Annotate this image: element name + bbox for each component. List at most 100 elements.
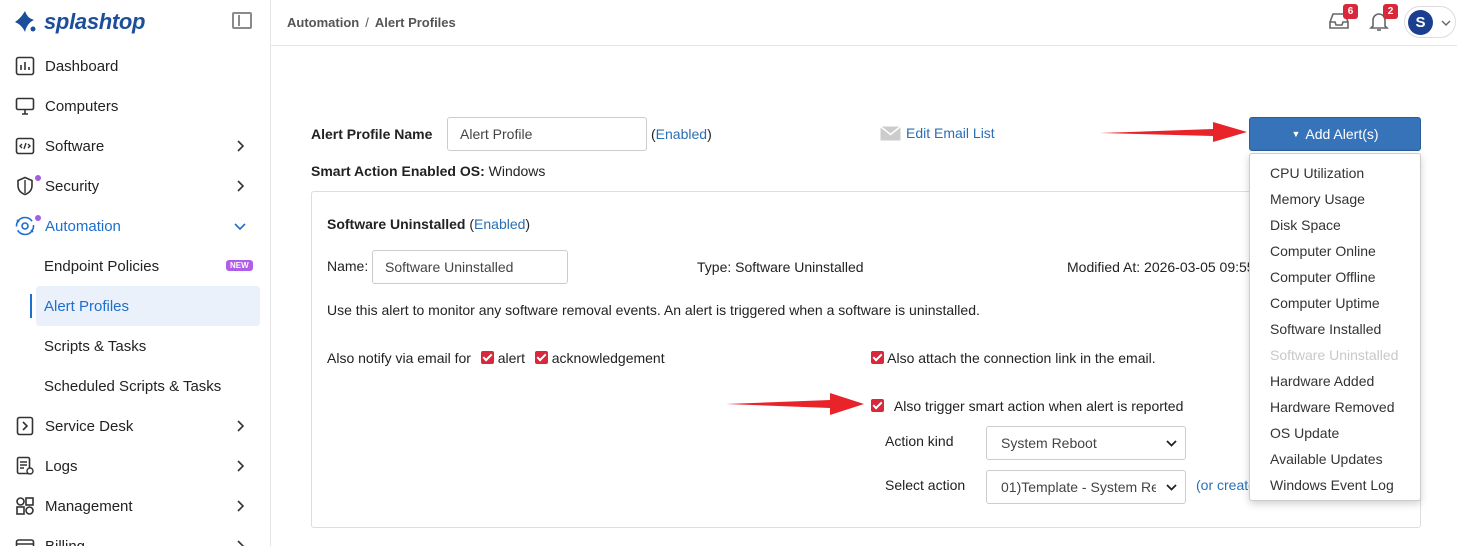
avatar: S [1408, 10, 1433, 35]
sidebar-subitem-label: Scheduled Scripts & Tasks [44, 377, 222, 395]
notification-dot [35, 215, 41, 221]
sidebar-item-service-desk[interactable]: Service Desk [0, 406, 270, 446]
sidebar-subitem-scripts-tasks[interactable]: Scripts & Tasks [0, 326, 270, 366]
notify-alert-checkbox[interactable] [480, 351, 494, 364]
dropdown-item-computer-uptime[interactable]: Computer Uptime [1250, 290, 1420, 316]
dropdown-item-memory-usage[interactable]: Memory Usage [1250, 186, 1420, 212]
dropdown-item-windows-event-log[interactable]: Windows Event Log [1250, 472, 1420, 498]
profile-status: (Enabled) [651, 126, 712, 142]
alert-name-label: Name: [327, 258, 369, 274]
inbox-button[interactable]: 6 [1328, 4, 1358, 32]
smart-action-os: Smart Action Enabled OS: Windows [311, 163, 545, 179]
notify-email-label: Also notify via email for [327, 350, 471, 366]
alert-title: Software Uninstalled (Enabled) [327, 216, 531, 232]
management-icon [14, 495, 36, 517]
new-badge: NEW [226, 260, 253, 271]
breadcrumb: Automation / Alert Profiles [287, 15, 456, 30]
sidebar-item-automation[interactable]: Automation [0, 206, 270, 246]
splashtop-logo[interactable]: splashtop [12, 8, 146, 36]
caret-down-icon: ▼ [1291, 129, 1301, 139]
shield-icon [14, 175, 36, 197]
sidebar-item-label: Software [45, 137, 105, 155]
dashboard-icon [14, 55, 36, 77]
select-action-value: 01)Template - System Reboot [1001, 479, 1156, 495]
alert-status-link[interactable]: Enabled [474, 216, 525, 232]
sidebar-item-billing[interactable]: Billing [0, 526, 270, 546]
sidebar-item-computers[interactable]: Computers [0, 86, 270, 126]
dropdown-item-available-updates[interactable]: Available Updates [1250, 446, 1420, 472]
annotation-arrow-add-alerts [1100, 122, 1247, 142]
dropdown-item-computer-offline[interactable]: Computer Offline [1250, 264, 1420, 290]
notify-email-row: Also notify via email for alert acknowle… [327, 350, 665, 366]
chevron-right-icon [237, 420, 245, 432]
smart-action-checkbox[interactable] [871, 399, 884, 412]
attach-link-checkbox[interactable] [871, 351, 884, 364]
create-action-link[interactable]: (or create [1196, 477, 1256, 493]
dropdown-item-computer-online[interactable]: Computer Online [1250, 238, 1420, 264]
sidebar-subitem-alert-profiles[interactable]: Alert Profiles [30, 286, 260, 326]
chevron-down-icon [234, 223, 246, 231]
collapse-sidebar-icon[interactable] [232, 12, 252, 29]
smart-action-os-label: Smart Action Enabled OS: [311, 163, 485, 179]
dropdown-item-software-installed[interactable]: Software Installed [1250, 316, 1420, 342]
edit-email-list-link[interactable]: Edit Email List [880, 125, 995, 141]
alert-description: Use this alert to monitor any software r… [327, 302, 980, 318]
smart-action-label: Also trigger smart action when alert is … [893, 398, 1184, 414]
code-icon [14, 135, 36, 157]
sidebar-item-dashboard[interactable]: Dashboard [0, 46, 270, 86]
user-menu[interactable]: S [1404, 6, 1456, 38]
sidebar: splashtop Dashboard Computers Software S… [0, 0, 271, 546]
breadcrumb-automation[interactable]: Automation [287, 15, 359, 30]
sidebar-nav: Dashboard Computers Software Security Au… [0, 46, 270, 546]
chevron-right-icon [237, 180, 245, 192]
add-alerts-label: Add Alert(s) [1305, 126, 1379, 142]
sidebar-item-software[interactable]: Software [0, 126, 270, 166]
smart-action-row: Also trigger smart action when alert is … [871, 398, 1183, 414]
sidebar-subitem-label: Alert Profiles [44, 297, 130, 315]
dropdown-item-os-update[interactable]: OS Update [1250, 420, 1420, 446]
sidebar-subitem-endpoint-policies[interactable]: Endpoint Policies NEW [0, 246, 270, 286]
sidebar-item-label: Computers [45, 97, 119, 115]
alert-profile-name-input[interactable]: Alert Profile [447, 117, 647, 151]
monitor-icon [14, 95, 36, 117]
edit-email-list-label: Edit Email List [906, 125, 995, 141]
dropdown-item-cpu-utilization[interactable]: CPU Utilization [1250, 160, 1420, 186]
dropdown-item-hardware-added[interactable]: Hardware Added [1250, 368, 1420, 394]
sidebar-subitem-label: Endpoint Policies [44, 257, 160, 275]
notification-dot [35, 175, 41, 181]
sidebar-item-label: Billing [45, 537, 86, 546]
sidebar-item-label: Automation [45, 217, 121, 235]
dropdown-item-hardware-removed[interactable]: Hardware Removed [1250, 394, 1420, 420]
sidebar-item-management[interactable]: Management [0, 486, 270, 526]
notifications-button[interactable]: 2 [1368, 4, 1398, 32]
action-kind-select[interactable]: System Reboot [986, 426, 1186, 460]
sidebar-subitem-scheduled-scripts[interactable]: Scheduled Scripts & Tasks [0, 366, 270, 406]
breadcrumb-alert-profiles: Alert Profiles [374, 15, 456, 30]
sidebar-item-label: Management [45, 497, 133, 515]
notify-ack-checkbox[interactable] [534, 351, 548, 364]
alert-title-label: Software Uninstalled [327, 216, 466, 232]
sidebar-item-security[interactable]: Security [0, 166, 270, 206]
alert-profile-name-label: Alert Profile Name [311, 126, 433, 142]
alert-name-input[interactable]: Software Uninstalled [372, 250, 568, 284]
dropdown-item-disk-space[interactable]: Disk Space [1250, 212, 1420, 238]
add-alerts-button[interactable]: ▼ Add Alert(s) [1249, 117, 1421, 151]
sidebar-subitem-label: Scripts & Tasks [44, 337, 147, 355]
annotation-arrow-smart-action [726, 393, 864, 415]
sidebar-item-logs[interactable]: Logs [0, 446, 270, 486]
alert-type: Type: Software Uninstalled [697, 259, 864, 275]
splashtop-logo-icon [15, 11, 36, 32]
notify-ack-label: acknowledgement [551, 350, 665, 366]
alert-modified-at: Modified At: 2026-03-05 09:55 [1067, 259, 1249, 275]
billing-icon [14, 535, 36, 546]
chevron-down-icon [1441, 20, 1451, 26]
chevron-down-icon [1166, 484, 1177, 491]
select-action-select[interactable]: 01)Template - System Reboot [986, 470, 1186, 504]
top-bar: Automation / Alert Profiles 6 2 S [271, 0, 1457, 46]
attach-link-row: Also attach the connection link in the e… [871, 350, 1156, 366]
profile-status-link[interactable]: Enabled [656, 126, 707, 142]
add-alerts-dropdown: CPU Utilization Memory Usage Disk Space … [1249, 153, 1421, 501]
chevron-right-icon [237, 540, 245, 546]
brand-name: splashtop [44, 9, 146, 34]
sidebar-item-label: Service Desk [45, 417, 134, 435]
